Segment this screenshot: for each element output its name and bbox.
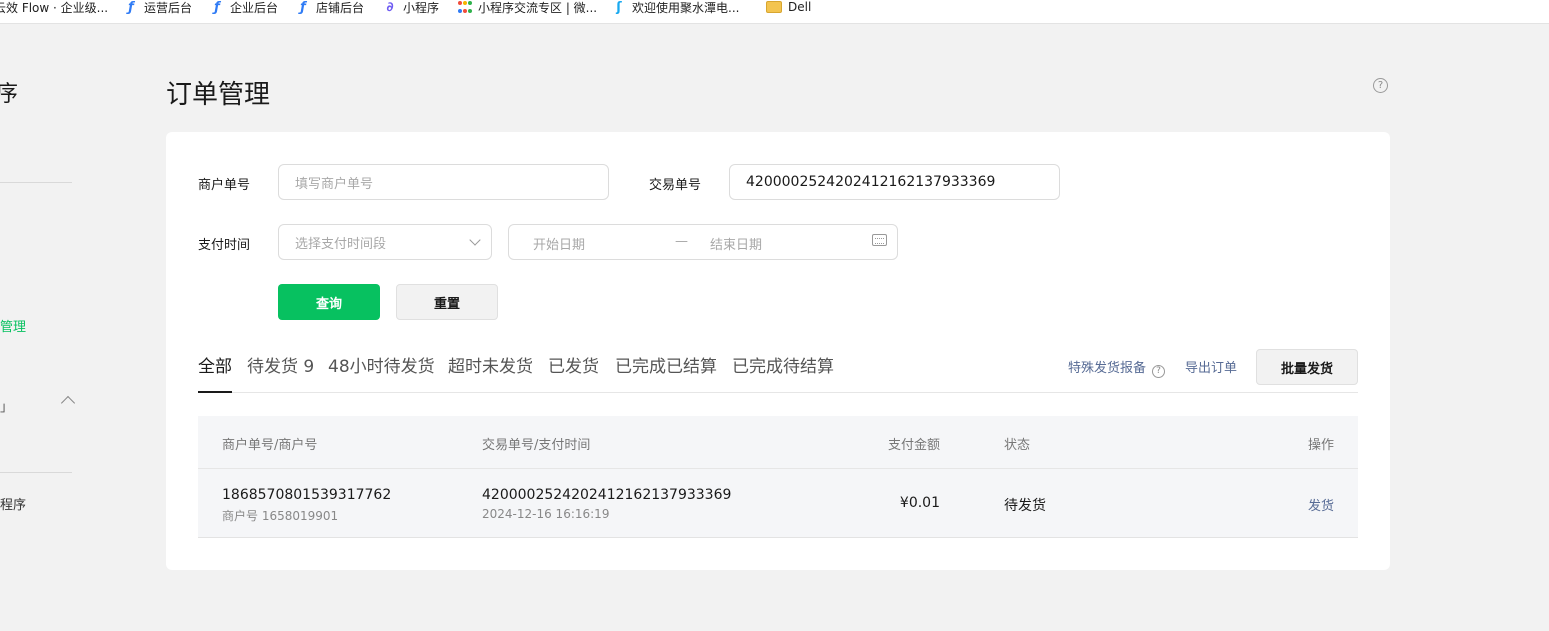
bookmark-label: 欢迎使用聚水潭电... bbox=[632, 0, 740, 15]
order-panel: 商户单号 填写商户单号 交易单号 42000025242024121621379… bbox=[166, 132, 1390, 570]
start-date-input[interactable]: 开始日期 bbox=[533, 234, 585, 253]
apps-grid-icon bbox=[458, 0, 472, 14]
query-button[interactable]: 查询 bbox=[278, 284, 380, 320]
range-separator: — bbox=[675, 234, 688, 249]
pay-amount: ¥0.01 bbox=[899, 495, 940, 511]
sidebar-divider bbox=[0, 472, 72, 473]
merchant-order-label: 商户单号 bbox=[198, 178, 251, 193]
date-range-picker[interactable]: 开始日期 — 结束日期 bbox=[508, 224, 898, 260]
pay-time-label: 支付时间 bbox=[198, 238, 251, 253]
bookmark-enterprise-admin[interactable]: ƒ 企业后台 bbox=[210, 0, 279, 15]
merchant-order-no: 1868570801539317762 bbox=[222, 487, 392, 503]
column-action: 操作 bbox=[1307, 438, 1334, 453]
bookmark-label: Dell bbox=[788, 0, 812, 14]
help-icon[interactable]: ? bbox=[1373, 78, 1388, 93]
bookmark-community[interactable]: 小程序交流专区 | 微... bbox=[458, 0, 598, 15]
bookmark-dell[interactable]: Dell bbox=[766, 0, 811, 14]
sidebar-title: 序 bbox=[0, 82, 19, 107]
column-transaction: 交易单号/支付时间 bbox=[482, 438, 591, 453]
bookmark-label: 店铺后台 bbox=[316, 0, 365, 15]
tab-all[interactable]: 全部 bbox=[198, 352, 232, 377]
link-icon: ∂ bbox=[386, 0, 394, 15]
column-merchant-order: 商户单号/商户号 bbox=[222, 438, 318, 453]
column-amount: 支付金额 bbox=[887, 438, 940, 453]
batch-ship-button[interactable]: 批量发货 bbox=[1256, 349, 1358, 385]
pay-time-select[interactable]: 选择支付时间段 bbox=[278, 224, 492, 260]
pay-time-select-placeholder: 选择支付时间段 bbox=[295, 236, 387, 252]
water-drop-icon: ʃ bbox=[616, 0, 622, 15]
merchant-id: 商户号 1658019901 bbox=[222, 509, 339, 523]
sidebar-item-program[interactable]: 程序 bbox=[0, 494, 26, 513]
table-header: 商户单号/商户号 交易单号/支付时间 支付金额 状态 操作 bbox=[198, 416, 1358, 468]
end-date-input[interactable]: 结束日期 bbox=[710, 234, 762, 253]
bookmark-store-admin[interactable]: ƒ 店铺后台 bbox=[296, 0, 365, 15]
special-report-link[interactable]: 特殊发货报备? bbox=[1068, 357, 1166, 378]
folder-icon bbox=[766, 1, 782, 13]
tab-pending-shipment[interactable]: 待发货 9 bbox=[247, 352, 314, 377]
bookmark-flow[interactable]: 云效 Flow · 企业级... bbox=[0, 0, 109, 15]
feishu-icon: ƒ bbox=[300, 0, 306, 15]
chevron-up-icon[interactable] bbox=[60, 395, 76, 411]
bookmark-label: 小程序交流专区 | 微... bbox=[478, 0, 598, 15]
ship-link[interactable]: 发货 bbox=[1308, 495, 1334, 514]
transaction-no-input[interactable]: 4200002524202412162137933369 bbox=[729, 164, 1060, 200]
feishu-icon: ƒ bbox=[214, 0, 220, 15]
sidebar-divider bbox=[0, 182, 72, 183]
transaction-no-label: 交易单号 bbox=[649, 178, 702, 193]
page-title: 订单管理 bbox=[166, 80, 271, 110]
transaction-no: 4200002524202412162137933369 bbox=[482, 487, 732, 503]
tab-completed-unsettled[interactable]: 已完成待结算 bbox=[732, 352, 834, 377]
tabs-divider bbox=[198, 392, 1358, 393]
tab-48h-pending[interactable]: 48小时待发货 bbox=[328, 352, 435, 377]
sidebar-item-order-management[interactable]: 管理 bbox=[0, 316, 26, 335]
order-status: 待发货 bbox=[1004, 498, 1046, 514]
column-status: 状态 bbox=[1004, 438, 1031, 453]
bookmark-label: 运营后台 bbox=[144, 0, 193, 15]
tab-shipped[interactable]: 已发货 bbox=[548, 352, 599, 377]
export-orders-link[interactable]: 导出订单 bbox=[1185, 357, 1237, 376]
chevron-down-icon bbox=[469, 234, 481, 246]
sidebar: 序 管理 」 程序 bbox=[0, 24, 80, 631]
bookmark-ops-admin[interactable]: ƒ 运营后台 bbox=[124, 0, 193, 15]
bookmark-miniprogram[interactable]: ∂ 小程序 bbox=[383, 0, 440, 15]
bookmarks-bar: 云效 Flow · 企业级... ƒ 运营后台 ƒ 企业后台 ƒ 店铺后台 ∂ … bbox=[0, 0, 1549, 24]
special-report-label: 特殊发货报备 bbox=[1068, 361, 1147, 376]
calendar-icon[interactable] bbox=[872, 234, 887, 246]
pay-time: 2024-12-16 16:16:19 bbox=[482, 507, 610, 521]
table-row: 1868570801539317762 商户号 1658019901 42000… bbox=[198, 468, 1358, 538]
bookmark-label: 云效 Flow · 企业级... bbox=[0, 0, 109, 15]
tab-overdue[interactable]: 超时未发货 bbox=[448, 352, 533, 377]
bookmark-label: 小程序 bbox=[403, 0, 440, 15]
active-tab-indicator bbox=[198, 391, 232, 393]
bookmark-label: 企业后台 bbox=[230, 0, 279, 15]
reset-button[interactable]: 重置 bbox=[396, 284, 498, 320]
tab-completed-settled[interactable]: 已完成已结算 bbox=[615, 352, 717, 377]
sidebar-item-collapsible[interactable]: 」 bbox=[0, 396, 13, 415]
merchant-order-input[interactable]: 填写商户单号 bbox=[278, 164, 609, 200]
feishu-icon: ƒ bbox=[128, 0, 134, 15]
bookmark-jushuitan[interactable]: ʃ 欢迎使用聚水潭电... bbox=[612, 0, 740, 15]
question-icon[interactable]: ? bbox=[1152, 364, 1166, 378]
